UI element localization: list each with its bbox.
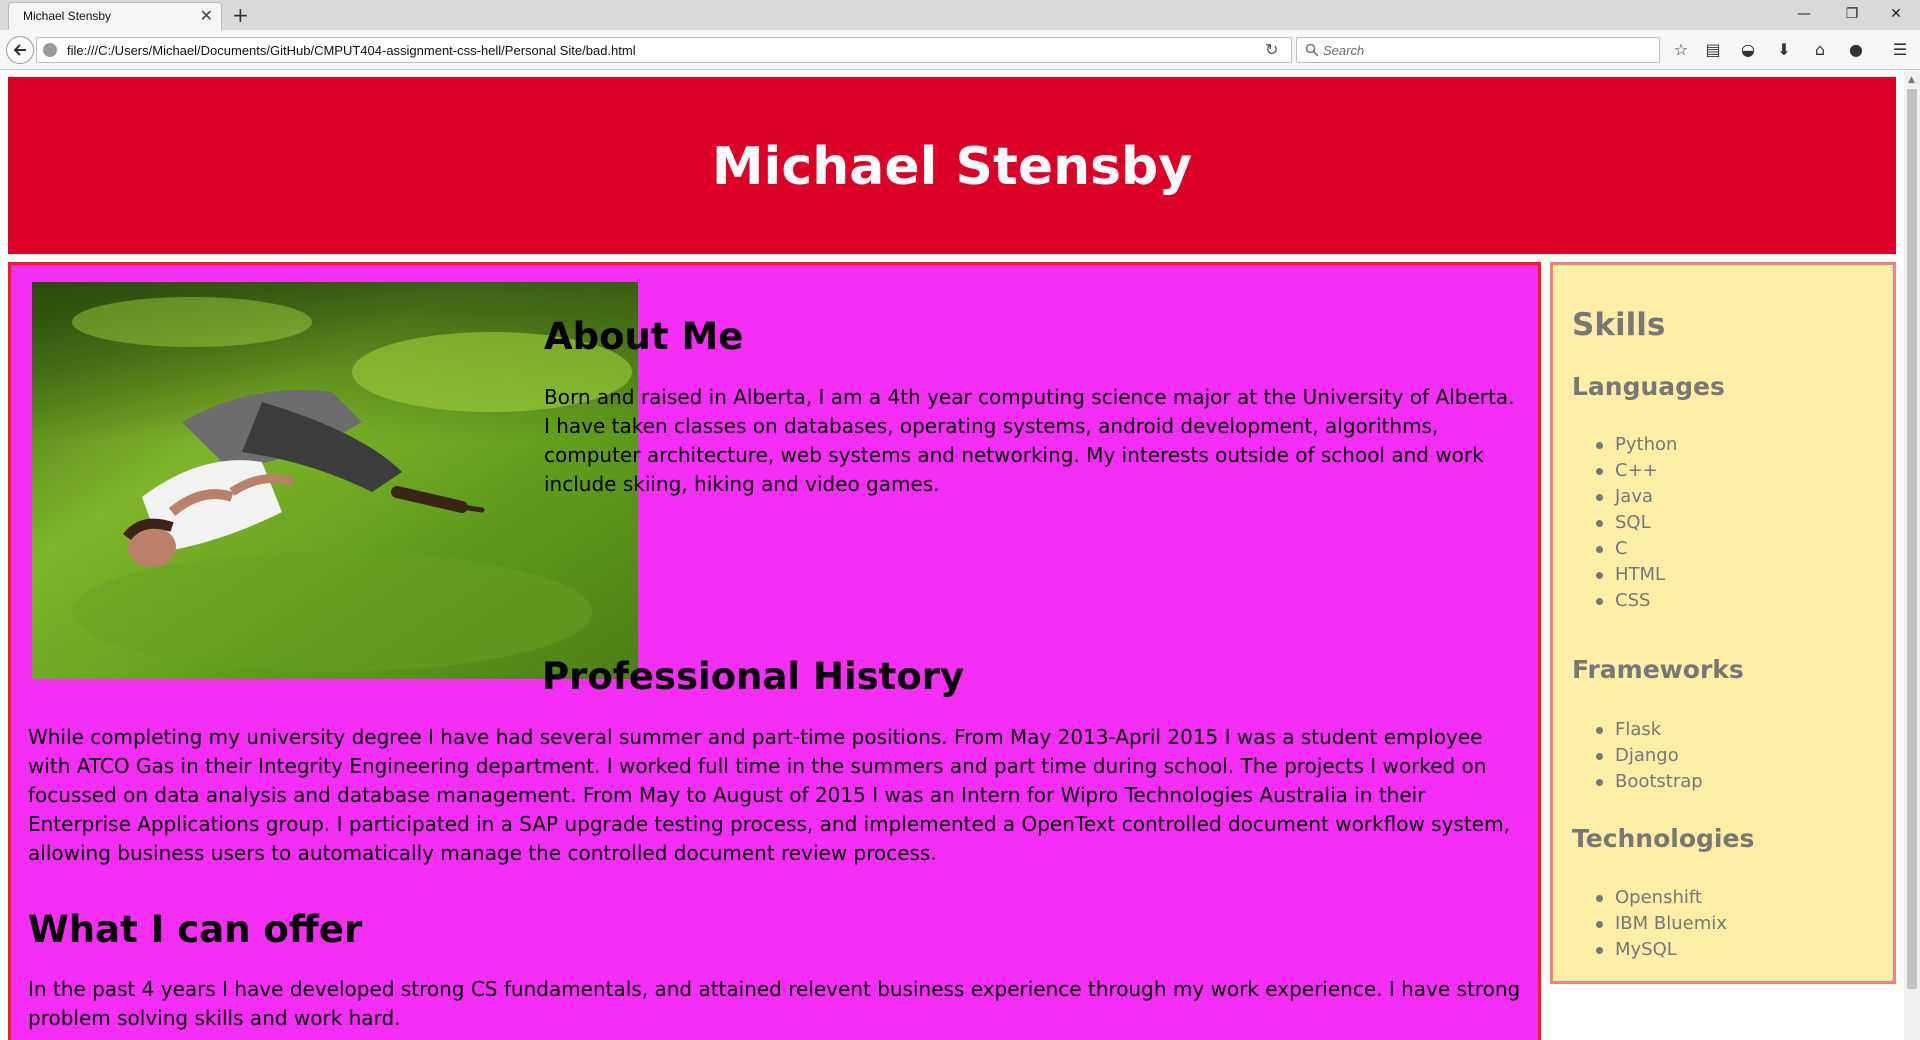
reading-list-icon[interactable]: ▤ xyxy=(1703,40,1723,60)
new-tab-icon[interactable]: + xyxy=(232,3,249,27)
title-bar: Michael Stensby ✕ + — ❐ ✕ xyxy=(0,0,1920,30)
list-item: Bootstrap xyxy=(1593,769,1703,795)
search-icon xyxy=(1305,43,1319,57)
menu-icon[interactable]: ☰ xyxy=(1890,40,1910,60)
list-item: Java xyxy=(1593,484,1677,510)
list-item: C xyxy=(1593,536,1677,562)
home-icon[interactable]: ⌂ xyxy=(1810,40,1830,60)
languages-heading: Languages xyxy=(1572,372,1725,401)
url-bar[interactable]: file:///C:/Users/Michael/Documents/GitHu… xyxy=(36,37,1292,63)
about-heading: About Me xyxy=(544,315,744,358)
main-content: About Me Born and raised in Alberta, I a… xyxy=(8,262,1541,1040)
frameworks-list: Flask Django Bootstrap xyxy=(1593,717,1703,795)
list-item: Openshift xyxy=(1593,885,1727,911)
download-icon[interactable]: ⬇ xyxy=(1774,40,1794,60)
about-text: Born and raised in Alberta, I am a 4th y… xyxy=(544,385,1515,496)
browser-window: Michael Stensby ✕ + — ❐ ✕ file:///C:/Use… xyxy=(0,0,1920,1040)
browser-tab[interactable]: Michael Stensby ✕ xyxy=(8,2,222,30)
history-text: While completing my university degree I … xyxy=(28,725,1510,865)
scroll-up-icon[interactable]: ▲ xyxy=(1908,75,1915,85)
history-heading: Professional History xyxy=(542,655,965,698)
back-button[interactable] xyxy=(6,36,34,64)
offer-text: In the past 4 years I have developed str… xyxy=(28,977,1521,1030)
tab-title: Michael Stensby xyxy=(23,9,112,23)
vertical-scrollbar[interactable]: ▲ xyxy=(1904,71,1920,1040)
list-item: Python xyxy=(1593,432,1677,458)
list-item: Django xyxy=(1593,743,1703,769)
frameworks-heading: Frameworks xyxy=(1572,655,1744,684)
pocket-icon[interactable]: ◒ xyxy=(1738,40,1758,60)
close-window-icon[interactable]: ✕ xyxy=(1876,2,1916,26)
page-title: Michael Stensby xyxy=(711,137,1193,197)
reload-icon[interactable]: ↻ xyxy=(1265,42,1278,58)
search-placeholder: Search xyxy=(1323,43,1365,58)
list-item: CSS xyxy=(1593,588,1677,614)
scrollbar-thumb[interactable] xyxy=(1907,89,1917,989)
skills-sidebar: Skills Languages Python C++ Java SQL C H… xyxy=(1550,262,1896,984)
languages-list: Python C++ Java SQL C HTML CSS xyxy=(1593,432,1677,614)
offer-heading: What I can offer xyxy=(28,908,363,951)
site-info-icon[interactable] xyxy=(43,43,57,57)
list-item: SQL xyxy=(1593,510,1677,536)
technologies-heading: Technologies xyxy=(1572,824,1755,853)
list-item: HTML xyxy=(1593,562,1677,588)
list-item: C++ xyxy=(1593,458,1677,484)
list-item: Flask xyxy=(1593,717,1703,743)
page-header: Michael Stensby xyxy=(8,77,1896,254)
search-bar[interactable]: Search xyxy=(1296,37,1660,63)
minimize-icon[interactable]: — xyxy=(1784,2,1824,26)
navigation-toolbar: file:///C:/Users/Michael/Documents/GitHu… xyxy=(0,30,1920,70)
technologies-list: Openshift IBM Bluemix MySQL xyxy=(1593,885,1727,963)
url-text: file:///C:/Users/Michael/Documents/GitHu… xyxy=(67,43,636,58)
list-item: IBM Bluemix xyxy=(1593,911,1727,937)
bookmark-star-icon[interactable]: ☆ xyxy=(1671,40,1691,60)
list-item: MySQL xyxy=(1593,937,1727,963)
back-arrow-icon xyxy=(13,44,26,56)
skills-heading: Skills xyxy=(1572,307,1666,343)
page-viewport: Michael Stensby About Me Born and raised… xyxy=(0,71,1904,1040)
close-tab-icon[interactable]: ✕ xyxy=(200,7,213,25)
restore-icon[interactable]: ❐ xyxy=(1832,2,1872,26)
chat-icon[interactable]: ● xyxy=(1846,40,1866,60)
